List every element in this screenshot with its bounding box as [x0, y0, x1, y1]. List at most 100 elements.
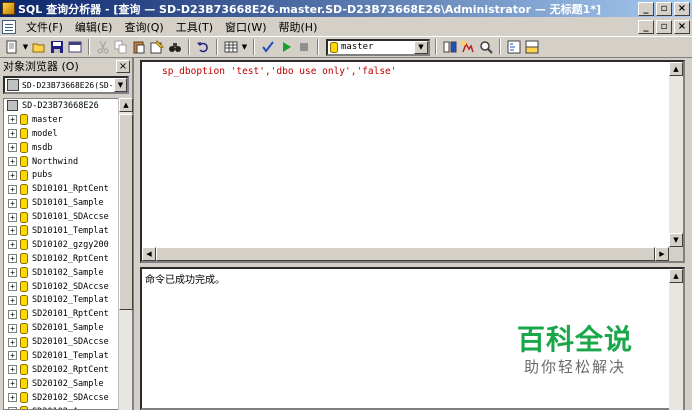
tree-item-database[interactable]: + SD20101_RptCent — [4, 307, 118, 321]
expand-plus-icon[interactable]: + — [8, 212, 17, 222]
object-browser-toggle-icon[interactable] — [506, 39, 522, 55]
expand-plus-icon[interactable]: + — [8, 143, 17, 153]
menu-window[interactable]: 窗口(W) — [219, 19, 272, 35]
editor-horizontal-scrollbar[interactable]: ◀ ▶ — [142, 247, 669, 261]
scroll-up-arrow-icon[interactable]: ▲ — [119, 98, 133, 112]
tree-item-database[interactable]: + Northwind — [4, 155, 118, 169]
tree-item-database[interactable]: + SD10102_SDAccse — [4, 280, 118, 294]
chevron-down-icon[interactable]: ▼ — [114, 78, 127, 92]
chevron-down-icon[interactable]: ▼ — [414, 40, 428, 54]
server-select[interactable]: SD-D23B73668E26(SD- ▼ — [3, 76, 129, 94]
expand-plus-icon[interactable]: + — [8, 268, 17, 278]
results-mode-dropdown-icon[interactable]: ▼ — [241, 39, 248, 55]
menu-help[interactable]: 帮助(H) — [273, 19, 324, 35]
scroll-thumb[interactable] — [156, 247, 655, 261]
expand-plus-icon[interactable]: + — [8, 198, 17, 208]
menu-file[interactable]: 文件(F) — [20, 19, 69, 35]
expand-plus-icon[interactable]: + — [8, 115, 17, 125]
tree-item-database[interactable]: + SD10101_Sample — [4, 196, 118, 210]
tree-item-database[interactable]: + SD10101_RptCent — [4, 182, 118, 196]
expand-plus-icon[interactable]: + — [8, 379, 17, 389]
expand-plus-icon[interactable]: + — [8, 184, 17, 194]
doc-close-button[interactable]: × — [674, 19, 690, 34]
object-tree[interactable]: SD-D23B73668E26 + master + model + msdb + North… — [3, 98, 119, 410]
expand-plus-icon[interactable]: + — [8, 393, 17, 403]
query-editor[interactable]: sp_dboption 'test','dbo use only','false… — [140, 60, 685, 263]
tree-item-database[interactable]: + SD10102_gzgy200 — [4, 238, 118, 252]
expand-plus-icon[interactable]: + — [8, 295, 17, 305]
doc-restore-button[interactable]: ▫ — [656, 19, 672, 34]
expand-plus-icon[interactable]: + — [8, 157, 17, 166]
stop-icon[interactable] — [296, 39, 312, 55]
menu-query[interactable]: 查询(Q) — [118, 19, 169, 35]
expand-plus-icon[interactable]: + — [8, 365, 17, 375]
scroll-thumb[interactable] — [119, 114, 133, 310]
find-binoculars-icon[interactable] — [167, 39, 183, 55]
results-grid-icon[interactable] — [223, 39, 239, 55]
tree-item-database[interactable]: + model — [4, 127, 118, 141]
tree-item-database[interactable]: + msdb — [4, 141, 118, 155]
new-query-dropdown-icon[interactable]: ▼ — [22, 39, 29, 55]
index-tuning-icon[interactable] — [478, 39, 494, 55]
database-icon — [20, 253, 28, 265]
tree-item-database[interactable]: + SD10101_SDAccse — [4, 210, 118, 224]
expand-plus-icon[interactable]: + — [8, 351, 17, 361]
expand-plus-icon[interactable]: + — [8, 170, 17, 180]
expand-plus-icon[interactable]: + — [8, 254, 17, 264]
results-vertical-scrollbar[interactable]: ▲ — [669, 269, 683, 410]
restore-button[interactable]: ▫ — [656, 1, 672, 16]
undo-icon[interactable] — [195, 39, 211, 55]
menu-edit[interactable]: 编辑(E) — [69, 19, 119, 35]
expand-plus-icon[interactable]: + — [8, 226, 17, 236]
tree-root-server[interactable]: SD-D23B73668E26 — [4, 99, 118, 113]
tree-item-database[interactable]: + SD20102_RptCent — [4, 363, 118, 377]
object-tree-scrollbar[interactable]: ▲ — [118, 98, 133, 410]
save-icon[interactable] — [49, 39, 65, 55]
menu-tools[interactable]: 工具(T) — [170, 19, 219, 35]
scroll-left-arrow-icon[interactable]: ◀ — [142, 247, 156, 261]
expand-plus-icon[interactable]: + — [8, 240, 17, 250]
scroll-right-arrow-icon[interactable]: ▶ — [655, 247, 669, 261]
execute-play-icon[interactable] — [278, 39, 294, 55]
expand-plus-icon[interactable]: + — [8, 282, 17, 292]
expand-plus-icon[interactable]: + — [8, 129, 17, 139]
tree-item-database[interactable]: + SD10102_Sample — [4, 266, 118, 280]
insert-template-icon[interactable] — [149, 39, 165, 55]
new-query-icon[interactable] — [4, 39, 20, 55]
expand-plus-icon[interactable]: + — [8, 309, 17, 319]
tree-item-database[interactable]: + SD20101_Sample — [4, 321, 118, 335]
tree-item-database[interactable]: + pubs — [4, 168, 118, 182]
parse-check-icon[interactable] — [260, 39, 276, 55]
query-document-icon[interactable] — [2, 19, 16, 34]
results-pane-toggle-icon[interactable] — [524, 39, 540, 55]
cut-icon[interactable] — [95, 39, 111, 55]
editor-vertical-scrollbar[interactable]: ▲ ▼ — [669, 62, 683, 247]
tree-item-database[interactable]: + SD10102_Templat — [4, 293, 118, 307]
tree-item-database[interactable]: + SD20101_SDAccse — [4, 335, 118, 349]
tree-item-database[interactable]: +SD20102_Accw — [4, 405, 118, 409]
display-plan-icon[interactable] — [442, 39, 458, 55]
query-text[interactable]: sp_dboption 'test','dbo use only','false… — [162, 66, 397, 77]
minimize-button[interactable]: _ — [638, 1, 654, 16]
close-button[interactable]: × — [674, 1, 690, 16]
title-bar[interactable]: SQL 查询分析器 - [查询 — SD-D23B73668E26.master… — [0, 0, 692, 17]
tree-item-database[interactable]: + SD20102_SDAccse — [4, 391, 118, 405]
database-select[interactable]: master ▼ — [326, 38, 430, 56]
object-browser-close-button[interactable]: × — [116, 59, 130, 73]
paste-icon[interactable] — [131, 39, 147, 55]
doc-minimize-button[interactable]: _ — [638, 19, 654, 34]
tree-item-database[interactable]: + SD10102_RptCent — [4, 252, 118, 266]
scroll-down-arrow-icon[interactable]: ▼ — [669, 233, 683, 247]
scroll-up-arrow-icon[interactable]: ▲ — [669, 62, 683, 76]
open-folder-icon[interactable] — [31, 39, 47, 55]
tree-item-database[interactable]: + SD20101_Templat — [4, 349, 118, 363]
tree-item-database[interactable]: + master — [4, 113, 118, 127]
expand-plus-icon[interactable]: + — [8, 323, 17, 333]
scroll-up-arrow-icon[interactable]: ▲ — [669, 269, 683, 283]
expand-plus-icon[interactable]: + — [8, 337, 17, 347]
tree-item-database[interactable]: + SD20102_Sample — [4, 377, 118, 391]
show-trace-icon[interactable] — [460, 39, 476, 55]
copy-icon[interactable] — [113, 39, 129, 55]
load-script-icon[interactable] — [67, 39, 83, 55]
tree-item-database[interactable]: + SD10101_Templat — [4, 224, 118, 238]
